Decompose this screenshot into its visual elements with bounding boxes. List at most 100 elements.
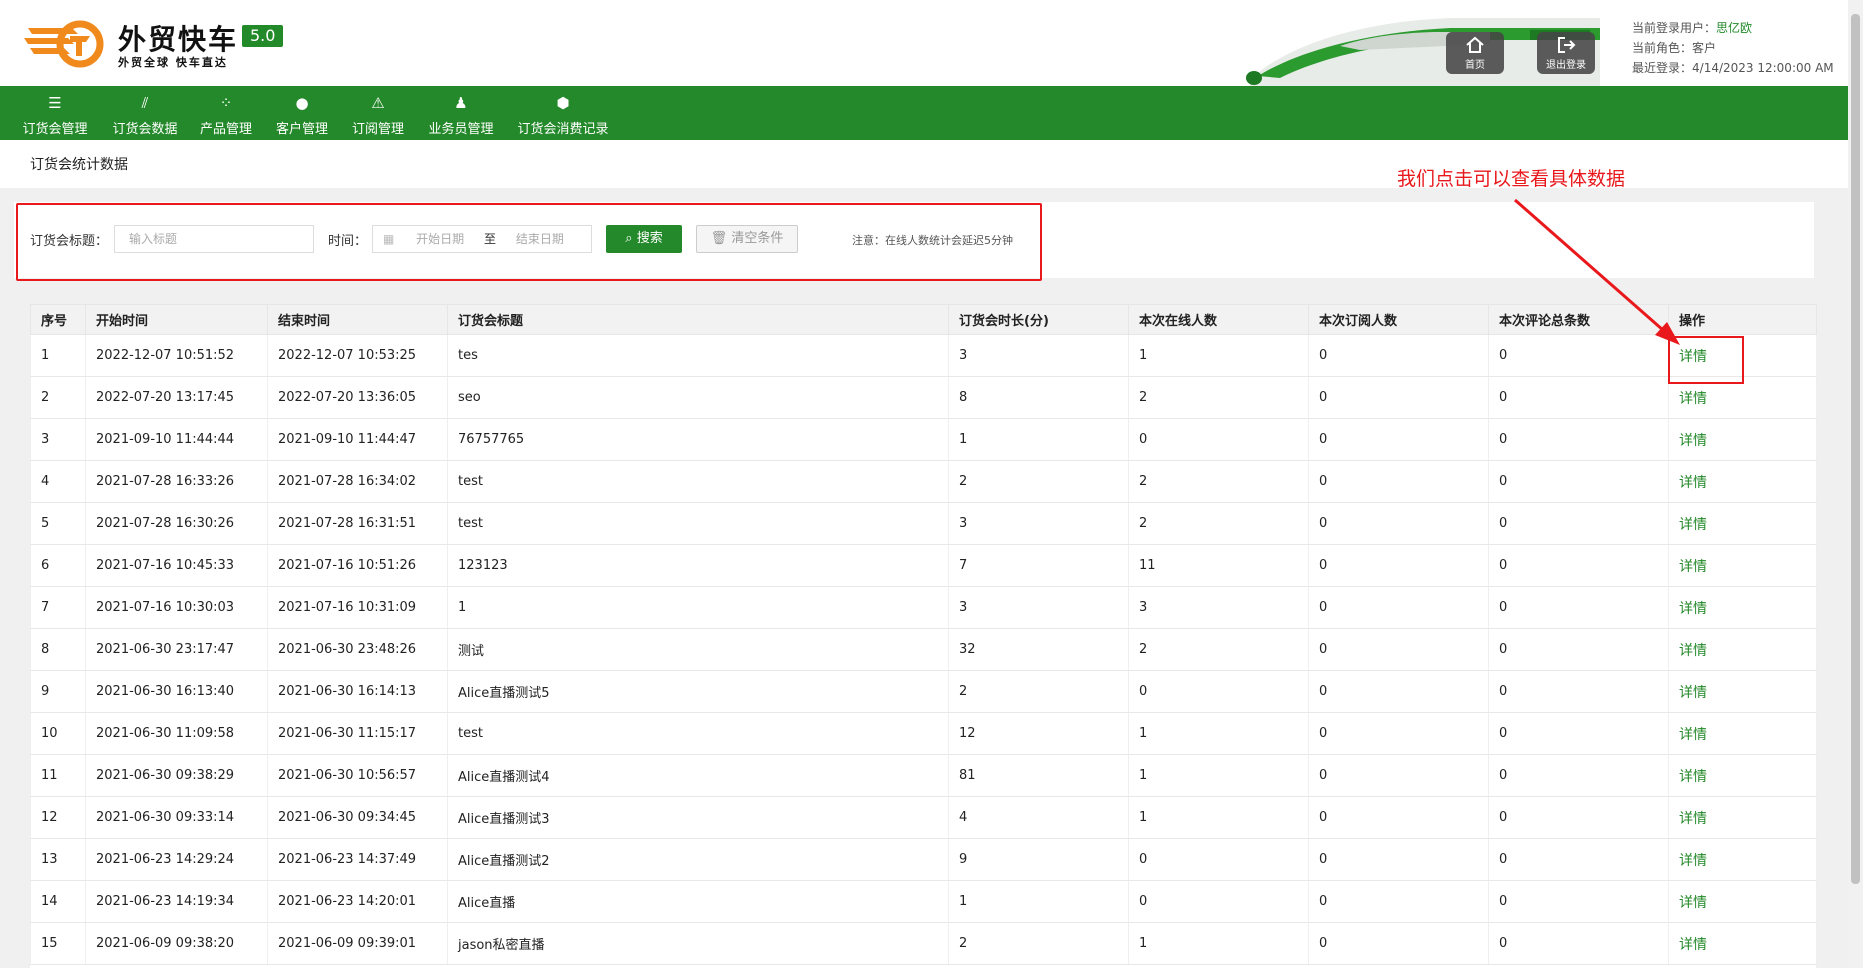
detail-link[interactable]: 详情 <box>1668 628 1817 671</box>
nav-item-order-fair-management[interactable]: ☰ 订货会管理 <box>20 86 90 140</box>
warning-icon: ⚠ <box>371 94 385 112</box>
list-icon: ☰ <box>48 94 62 112</box>
user-icon: ● <box>295 94 309 112</box>
cell-end-time: 2022-07-20 13:36:05 <box>267 376 448 419</box>
table-row: 11 2021-06-30 09:38:29 2021-06-30 10:56:57… <box>30 754 1817 797</box>
cell-subscriber-count: 0 <box>1308 838 1489 881</box>
table-row: 15 2021-06-09 09:38:20 2021-06-09 09:39:01… <box>30 922 1817 965</box>
cell-end-time: 2021-06-30 09:34:45 <box>267 796 448 839</box>
home-button[interactable]: 首页 <box>1446 32 1504 74</box>
detail-link[interactable]: 详情 <box>1668 796 1817 839</box>
cell-index: 13 <box>30 838 86 881</box>
cell-comment-count: 0 <box>1488 502 1669 545</box>
detail-link[interactable]: 详情 <box>1668 460 1817 503</box>
logo-icon <box>24 20 104 68</box>
cell-start-time: 2021-07-28 16:33:26 <box>85 460 268 503</box>
cell-start-time: 2022-12-07 10:51:52 <box>85 334 268 377</box>
scrollbar-thumb[interactable] <box>1851 14 1860 884</box>
cell-duration: 81 <box>948 754 1129 797</box>
cell-comment-count: 0 <box>1488 922 1669 965</box>
table-row: 14 2021-06-23 14:19:34 2021-06-23 14:20:01… <box>30 880 1817 923</box>
cell-index: 6 <box>30 544 86 587</box>
detail-link[interactable]: 详情 <box>1668 838 1817 881</box>
cell-end-time: 2021-07-16 10:31:09 <box>267 586 448 629</box>
cell-subscriber-count: 0 <box>1308 460 1489 503</box>
cell-title: test <box>447 502 949 545</box>
nav-item-label: 客户管理 <box>275 122 328 137</box>
cell-index: 7 <box>30 586 86 629</box>
cell-index: 14 <box>30 880 86 923</box>
detail-link[interactable]: 详情 <box>1668 544 1817 587</box>
cell-end-time: 2021-06-23 14:37:49 <box>267 838 448 881</box>
table-row: 10 2021-06-30 11:09:58 2021-06-30 11:15:17… <box>30 712 1817 755</box>
nav-item-label: 订货会数据 <box>112 122 178 137</box>
cell-online-count: 3 <box>1128 586 1309 629</box>
last-login-label: 最近登录： <box>1632 61 1693 75</box>
cell-end-time: 2022-12-07 10:53:25 <box>267 334 448 377</box>
chart-icon: ⫽ <box>141 94 149 112</box>
header-title: 订货会标题 <box>447 304 949 335</box>
cell-online-count: 0 <box>1128 838 1309 881</box>
cell-online-count: 2 <box>1128 376 1309 419</box>
cell-comment-count: 0 <box>1488 880 1669 923</box>
detail-highlight-box <box>1668 336 1744 384</box>
detail-link[interactable]: 详情 <box>1668 880 1817 923</box>
cell-comment-count: 0 <box>1488 460 1669 503</box>
cell-index: 9 <box>30 670 86 713</box>
cell-comment-count: 0 <box>1488 628 1669 671</box>
cell-subscriber-count: 0 <box>1308 796 1489 839</box>
cell-end-time: 2021-09-10 11:44:47 <box>267 418 448 461</box>
user-role: 客户 <box>1692 41 1717 55</box>
cell-end-time: 2021-06-30 23:48:26 <box>267 628 448 671</box>
table-body: 1 2022-12-07 10:51:52 2022-12-07 10:53:25 t… <box>30 334 1817 965</box>
cell-start-time: 2021-09-10 11:44:44 <box>85 418 268 461</box>
nav-item-customer-management[interactable]: ● 客户管理 <box>274 86 330 140</box>
cell-subscriber-count: 0 <box>1308 544 1489 587</box>
detail-link[interactable]: 详情 <box>1668 712 1817 755</box>
cell-duration: 32 <box>948 628 1129 671</box>
nav-item-order-fair-data[interactable]: ⫽ 订货会数据 <box>110 86 180 140</box>
header-duration: 订货会时长(分) <box>948 304 1129 335</box>
detail-link[interactable]: 详情 <box>1668 670 1817 713</box>
cell-duration: 2 <box>948 922 1129 965</box>
logout-button[interactable]: 退出登录 <box>1537 32 1595 74</box>
logout-button-label: 退出登录 <box>1546 60 1586 71</box>
app-header: 外贸快车 5.0 外贸全球 快车直达 首页 退出登录 当前登录用户：思亿欧 当前… <box>0 0 1863 86</box>
box-icon: ⬢ <box>556 94 570 112</box>
cell-title: seo <box>447 376 949 419</box>
cell-online-count: 11 <box>1128 544 1309 587</box>
cell-duration: 4 <box>948 796 1129 839</box>
detail-link[interactable]: 详情 <box>1668 754 1817 797</box>
cell-end-time: 2021-07-16 10:51:26 <box>267 544 448 587</box>
cell-title: Alice直播测试5 <box>447 670 949 713</box>
brand-slogan: 外贸全球 快车直达 <box>118 56 228 69</box>
annotation-text: 我们点击可以查看具体数据 <box>1397 168 1626 190</box>
cell-online-count: 0 <box>1128 418 1309 461</box>
cell-start-time: 2021-06-30 09:33:14 <box>85 796 268 839</box>
cell-end-time: 2021-06-30 11:15:17 <box>267 712 448 755</box>
table-row: 8 2021-06-30 23:17:47 2021-06-30 23:48:26 测… <box>30 628 1817 671</box>
nav-item-subscription-management[interactable]: ⚠ 订阅管理 <box>350 86 406 140</box>
nav-item-salesperson-management[interactable]: ♟ 业务员管理 <box>426 86 496 140</box>
cell-title: 76757765 <box>447 418 949 461</box>
cell-subscriber-count: 0 <box>1308 502 1489 545</box>
cell-duration: 3 <box>948 334 1129 377</box>
cell-online-count: 1 <box>1128 922 1309 965</box>
cell-subscriber-count: 0 <box>1308 418 1489 461</box>
cell-duration: 7 <box>948 544 1129 587</box>
nav-item-product-management[interactable]: ⁘ 产品管理 <box>198 86 254 140</box>
cell-duration: 1 <box>948 418 1129 461</box>
header-online-count: 本次在线人数 <box>1128 304 1309 335</box>
cell-comment-count: 0 <box>1488 376 1669 419</box>
detail-link[interactable]: 详情 <box>1668 586 1817 629</box>
nav-item-label: 订货会管理 <box>22 122 88 137</box>
detail-link[interactable]: 详情 <box>1668 922 1817 965</box>
detail-link[interactable]: 详情 <box>1668 418 1817 461</box>
detail-link[interactable]: 详情 <box>1668 502 1817 545</box>
cell-comment-count: 0 <box>1488 544 1669 587</box>
cell-index: 12 <box>30 796 86 839</box>
cell-comment-count: 0 <box>1488 796 1669 839</box>
nav-item-consumption-records[interactable]: ⬢ 订货会消费记录 <box>516 86 610 140</box>
cell-start-time: 2021-07-28 16:30:26 <box>85 502 268 545</box>
table-row: 2 2022-07-20 13:17:45 2022-07-20 13:36:05 s… <box>30 376 1817 419</box>
